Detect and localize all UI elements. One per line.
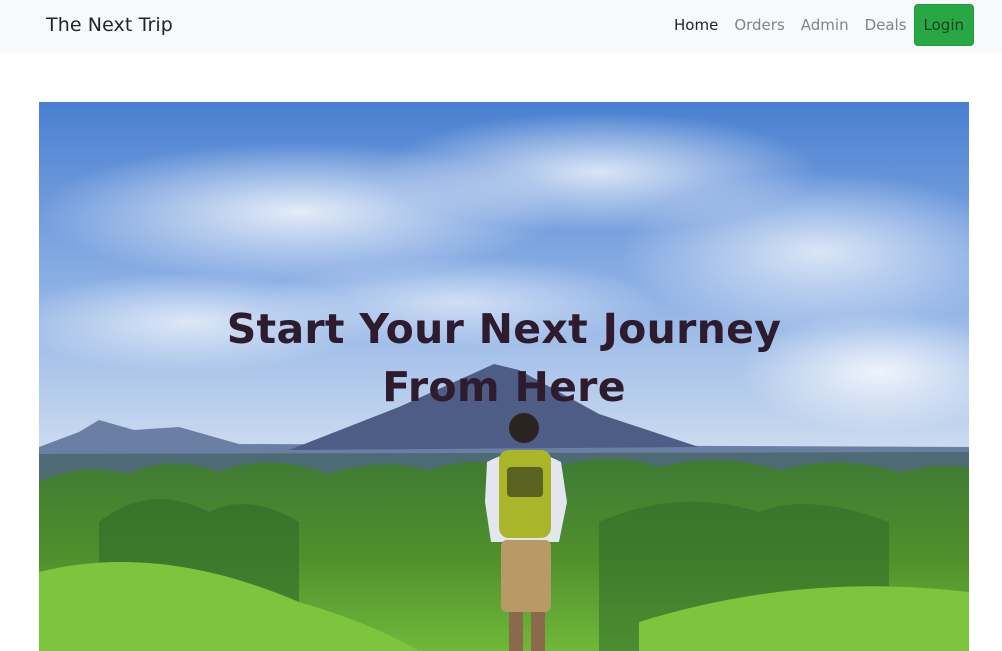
nav-link-orders[interactable]: Orders — [734, 4, 784, 46]
hero-title-line-1: Start Your Next Journey — [226, 305, 782, 353]
hero-banner: Start Your Next Journey From Here — [39, 102, 969, 651]
nav-links: Home Orders Admin Deals Login — [674, 4, 974, 46]
navbar: The Next Trip Home Orders Admin Deals Lo… — [0, 0, 1002, 54]
nav-link-home[interactable]: Home — [674, 4, 718, 46]
nav-link-admin[interactable]: Admin — [801, 4, 849, 46]
hero-title-line-2: From Here — [382, 363, 626, 411]
hero-title: Start Your Next Journey From Here — [39, 300, 969, 416]
nav-link-deals[interactable]: Deals — [865, 4, 907, 46]
login-button[interactable]: Login — [913, 4, 974, 46]
brand-logo[interactable]: The Next Trip — [46, 14, 173, 36]
